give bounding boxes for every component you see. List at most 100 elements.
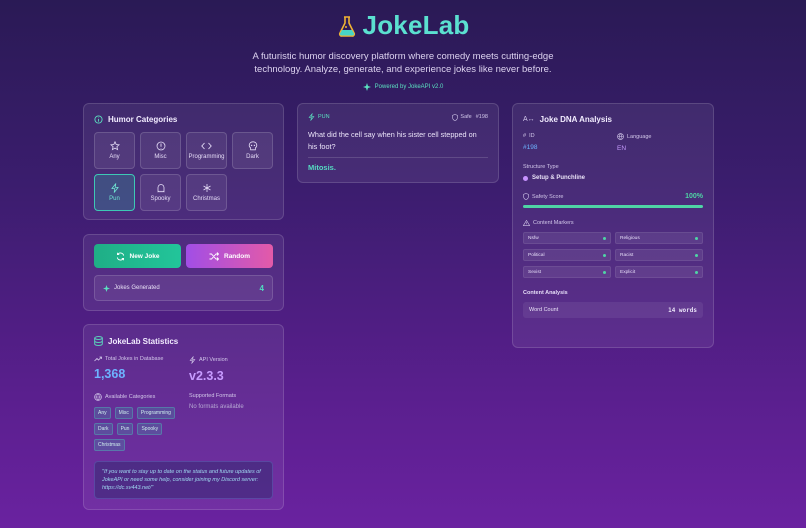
joke-divider xyxy=(308,157,488,158)
jokes-generated-counter: Jokes Generated 4 xyxy=(94,275,273,301)
marker-religious: Religious xyxy=(615,232,703,244)
safety-bar-fill xyxy=(523,205,703,208)
markers-section: Content Markers Nsfw Religious Political… xyxy=(523,220,703,278)
statistics-card: JokeLab Statistics Total Jokes in Databa… xyxy=(83,324,284,510)
category-any-button[interactable]: Any xyxy=(94,132,135,169)
new-joke-button[interactable]: New Joke xyxy=(94,244,181,268)
safety-section: Safety Score 100% xyxy=(523,193,703,208)
category-tag: Misc xyxy=(114,407,133,419)
category-tag: Dark xyxy=(94,423,113,435)
category-pun-button[interactable]: Pun xyxy=(94,174,135,211)
circle-info-icon xyxy=(156,141,166,151)
powered-by-text: Powered by JokeAPI v2.0 xyxy=(374,83,444,90)
category-grid: Any Misc Programming Dark Pun Spooky Chr… xyxy=(94,132,273,211)
api-version-label: API Version xyxy=(199,357,228,363)
category-tag: Programming xyxy=(136,407,175,419)
database-icon xyxy=(94,336,103,346)
structure-label: Structure Type xyxy=(523,164,559,170)
available-categories-label: Available Categories xyxy=(105,394,156,400)
dna-language: Language EN xyxy=(617,133,711,152)
joke-card: PUN Safe #198 What did the cell say when… xyxy=(297,103,499,183)
marker-status-dot xyxy=(695,270,698,274)
dna-id-value: #198 xyxy=(523,144,538,151)
marker-label: Explicit xyxy=(620,269,636,275)
safety-label: Safety Score xyxy=(532,193,564,200)
marker-label: Racist xyxy=(620,252,634,258)
statistics-title: JokeLab Statistics xyxy=(108,336,179,346)
tagline-line-2: technology. Analyze, generate, and exper… xyxy=(254,63,552,75)
total-jokes-stat: Total Jokes in Database 1,368 xyxy=(94,356,189,383)
app-title: JokeLab xyxy=(362,10,470,40)
language-icon: A↔ xyxy=(523,116,535,123)
dna-language-row: Language xyxy=(617,133,711,140)
sparkle-icon xyxy=(362,82,371,91)
word-count-label: Word Count xyxy=(529,307,559,313)
globe-icon xyxy=(94,393,102,401)
jokes-generated-value: 4 xyxy=(259,283,264,293)
dna-language-label: Language xyxy=(627,133,652,140)
powered-by: Powered by JokeAPI v2.0 xyxy=(362,82,444,91)
category-misc-button[interactable]: Misc xyxy=(140,132,181,169)
structure-section: Structure Type Setup & Punchline xyxy=(523,164,703,181)
structure-value: Setup & Punchline xyxy=(532,175,586,181)
star-icon xyxy=(109,141,120,151)
marker-sexist: Sexist xyxy=(523,266,611,278)
structure-dot xyxy=(523,175,528,181)
available-categories: Available Categories Any Misc Programmin… xyxy=(94,393,189,451)
supported-formats: Supported Formats No formats available xyxy=(189,393,284,451)
sparkle-icon xyxy=(103,284,110,292)
joke-delivery: Mitosis. xyxy=(308,163,336,172)
category-tag: Christmas xyxy=(94,439,125,451)
marker-label: Nsfw xyxy=(528,235,539,241)
dna-id-language: # ID #198 Language EN xyxy=(523,133,703,152)
dna-title: Joke DNA Analysis xyxy=(539,115,612,124)
discord-quote: "If you want to stay up to date on the s… xyxy=(94,461,273,499)
marker-nsfw: Nsfw xyxy=(523,232,611,244)
hash-icon: # xyxy=(523,133,527,139)
content-analysis-label: Content Analysis xyxy=(523,290,568,296)
marker-explicit: Explicit xyxy=(615,266,703,278)
category-dark-button[interactable]: Dark xyxy=(232,132,273,169)
dna-id-label: ID xyxy=(529,133,535,139)
marker-racist: Racist xyxy=(615,249,703,261)
tagline-line-1: A futuristic humor discovery platform wh… xyxy=(252,50,554,62)
trending-up-icon xyxy=(94,356,102,362)
category-label: Spooky xyxy=(150,196,171,202)
action-buttons: New Joke Random xyxy=(94,244,273,268)
category-tag: Spooky xyxy=(137,423,163,435)
humor-categories-title: Humor Categories xyxy=(108,115,178,124)
supported-formats-label: Supported Formats xyxy=(189,393,237,399)
joke-meta: Safe #198 xyxy=(452,114,488,121)
info-circle-icon xyxy=(94,115,103,124)
statistics-grid: Total Jokes in Database 1,368 API Versio… xyxy=(94,356,273,451)
category-programming-button[interactable]: Programming xyxy=(186,132,227,169)
warning-icon xyxy=(523,220,530,226)
total-jokes-value: 1,368 xyxy=(94,367,126,381)
api-version-stat: API Version v2.3.3 xyxy=(189,356,284,383)
category-spooky-button[interactable]: Spooky xyxy=(140,174,181,211)
dna-header: A↔ Joke DNA Analysis xyxy=(523,115,703,124)
available-categories-row: Available Categories xyxy=(94,393,189,401)
category-tag: Any xyxy=(94,407,111,419)
marker-status-dot xyxy=(695,253,698,257)
humor-categories-card: Humor Categories Any Misc Programming Da… xyxy=(83,103,284,220)
marker-status-dot xyxy=(603,253,606,257)
marker-status-dot xyxy=(695,236,698,240)
category-christmas-button[interactable]: Christmas xyxy=(186,174,227,211)
flask-icon xyxy=(337,15,357,37)
category-label: Christmas xyxy=(192,196,220,202)
marker-label: Religious xyxy=(620,235,640,241)
new-joke-label: New Joke xyxy=(129,252,160,260)
marker-political: Political xyxy=(523,249,611,261)
tagline: A futuristic humor discovery platform wh… xyxy=(0,50,806,76)
brand: JokeLab xyxy=(337,10,470,41)
page-header: JokeLab A futuristic humor discovery pla… xyxy=(0,10,806,96)
api-version-row: API Version xyxy=(189,356,284,364)
safety-bar xyxy=(523,205,703,208)
content-markers: Nsfw Religious Political Racist Sexist E… xyxy=(523,232,703,278)
available-category-tags: Any Misc Programming Dark Pun Spooky Chr… xyxy=(94,407,189,451)
api-version-value: v2.3.3 xyxy=(189,369,224,383)
joke-category: PUN xyxy=(318,114,330,120)
total-jokes-row: Total Jokes in Database xyxy=(94,356,189,362)
random-button[interactable]: Random xyxy=(186,244,273,268)
